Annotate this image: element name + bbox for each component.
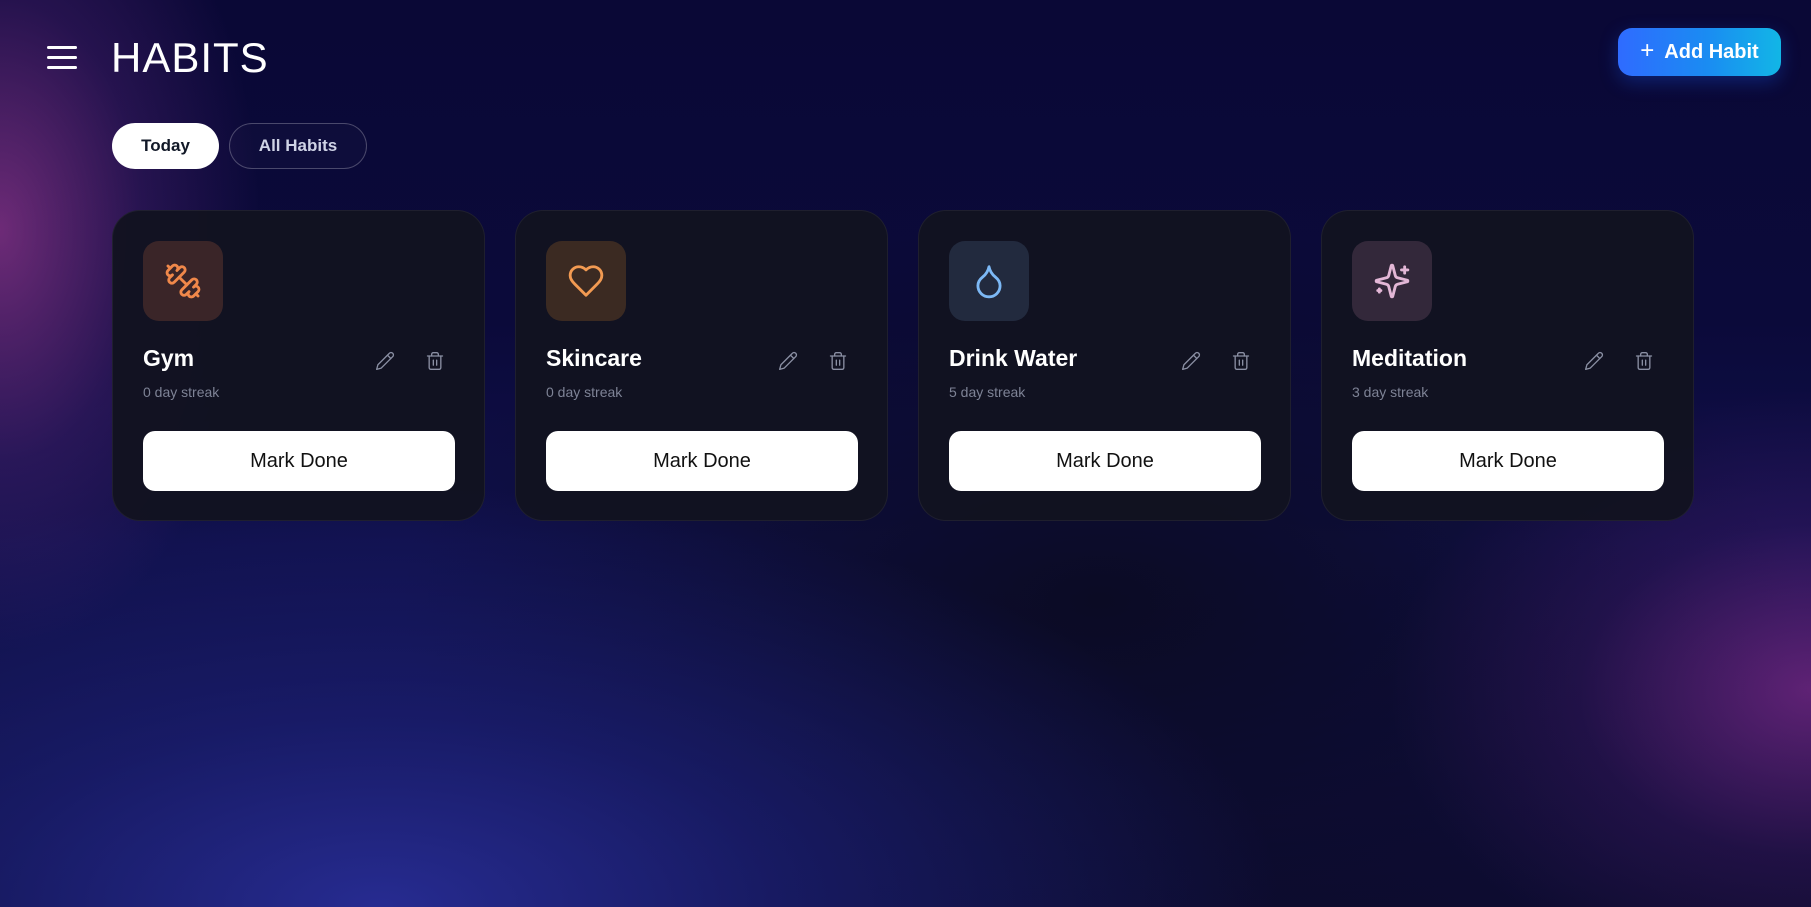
edit-icon[interactable] [373, 349, 397, 373]
add-habit-button[interactable]: + Add Habit [1618, 28, 1781, 76]
habit-name: Gym [143, 345, 195, 371]
habit-streak: 3 day streak [1352, 384, 1429, 400]
habit-actions [1582, 349, 1656, 373]
habit-icon-tile [143, 241, 223, 321]
tab-all-habits[interactable]: All Habits [229, 123, 367, 169]
edit-icon[interactable] [1582, 349, 1606, 373]
delete-icon[interactable] [1229, 349, 1253, 373]
page-title: HABITS [111, 34, 269, 81]
habit-actions [776, 349, 850, 373]
habit-icon-tile [1352, 241, 1432, 321]
habit-name: Meditation [1352, 345, 1467, 371]
mark-done-button[interactable]: Mark Done [1352, 431, 1664, 491]
mark-done-button[interactable]: Mark Done [949, 431, 1261, 491]
habit-name: Drink Water [949, 345, 1078, 371]
habit-icon-tile [949, 241, 1029, 321]
mark-done-button[interactable]: Mark Done [143, 431, 455, 491]
tab-today[interactable]: Today [112, 123, 219, 169]
edit-icon[interactable] [1179, 349, 1203, 373]
water-drop-icon [976, 265, 1002, 299]
habit-card-skincare: Skincare 0 day streak Mark Done [515, 210, 888, 521]
habit-streak: 5 day streak [949, 384, 1026, 400]
menu-icon[interactable] [40, 42, 77, 70]
delete-icon[interactable] [423, 349, 447, 373]
habit-streak: 0 day streak [143, 384, 220, 400]
add-habit-label: Add Habit [1664, 40, 1759, 63]
habit-card-gym: Gym 0 day streak Mark Done [112, 210, 485, 521]
habit-icon-tile [546, 241, 626, 321]
habit-name: Skincare [546, 345, 642, 371]
mark-done-button[interactable]: Mark Done [546, 431, 858, 491]
delete-icon[interactable] [1632, 349, 1656, 373]
tab-bar: Today All Habits [112, 123, 367, 169]
habit-card-drink-water: Drink Water 5 day streak Mark Done [918, 210, 1291, 521]
plus-icon: + [1640, 37, 1655, 64]
habit-actions [373, 349, 447, 373]
delete-icon[interactable] [826, 349, 850, 373]
dumbbell-icon [165, 263, 201, 299]
habit-list: Gym 0 day streak Mark Done Skincare 0 da… [112, 210, 1694, 521]
habit-streak: 0 day streak [546, 384, 623, 400]
habit-actions [1179, 349, 1253, 373]
habit-card-meditation: Meditation 3 day streak Mark Done [1321, 210, 1694, 521]
heart-icon [568, 265, 604, 297]
edit-icon[interactable] [776, 349, 800, 373]
sparkles-icon [1374, 263, 1410, 299]
